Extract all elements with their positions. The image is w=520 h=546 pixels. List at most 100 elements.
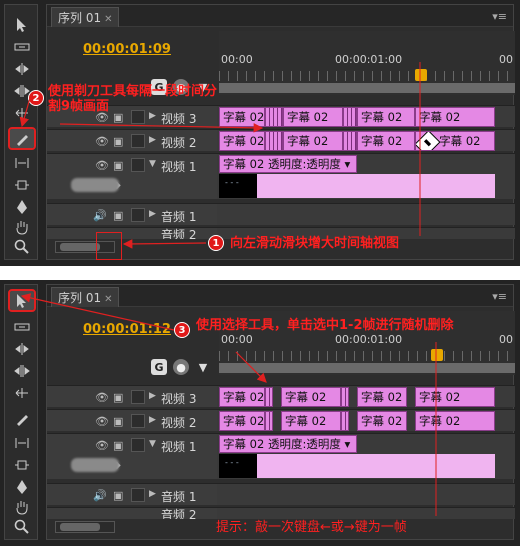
ripple-edit-icon[interactable] [10,339,34,358]
hand-icon[interactable] [10,217,34,236]
clip[interactable]: 字幕 02 [357,107,415,127]
collapse-icon[interactable]: ▼ [149,439,156,449]
speaker-icon[interactable]: 🔊 [93,209,107,222]
zoom-icon[interactable] [10,517,34,536]
track-select-icon[interactable] [10,317,34,336]
track-lane[interactable] [219,484,515,505]
eye-icon[interactable]: 👁 [95,135,109,148]
pen-icon[interactable] [10,477,34,496]
ripple-edit-icon[interactable] [10,59,34,78]
annotation-text-3: 使用选择工具，单击选中1-2帧进行随机删除 [196,318,454,333]
clip[interactable]: 字幕 02 [357,411,407,431]
clip-slices[interactable] [265,131,283,151]
timecode-display[interactable]: 00:00:01:12 [83,322,171,337]
track-lane[interactable]: 字幕 02 字幕 02 字幕 02 字幕 02 [219,410,515,431]
clip[interactable]: 字幕 02 [357,387,407,407]
playhead-icon[interactable] [415,69,427,81]
marker-icon[interactable]: ● [173,359,189,375]
clip-slices[interactable] [265,387,273,407]
lock-toggle[interactable] [131,488,145,502]
marker-flag-icon[interactable]: ▼ [195,359,211,375]
track-lane[interactable]: 字幕 02 透明度:透明度 ▾ [219,434,515,479]
clip[interactable]: 字幕 02 [357,131,415,151]
clip[interactable]: 字幕 02 [219,411,265,431]
lock-toggle[interactable] [131,208,145,222]
panel-menu-icon[interactable]: ▾≡ [492,10,507,23]
zoom-scroll-thumb[interactable] [60,243,100,251]
clip[interactable]: 字幕 02 [415,387,495,407]
track-lane[interactable]: 字幕 02 字幕 02 字幕 02 字幕 02 [219,106,515,127]
clip[interactable]: 字幕 02 [219,131,265,151]
selection-arrow-icon[interactable] [10,15,34,34]
work-area-bar[interactable] [219,363,515,373]
panel-menu-icon[interactable]: ▾≡ [492,290,507,303]
time-ruler[interactable]: 00:00 00:00:01:00 00 [219,31,515,95]
clip-slices[interactable] [343,131,357,151]
lock-toggle[interactable] [131,390,145,404]
clip-v1-body[interactable] [219,174,495,198]
clip[interactable]: 字幕 02 [283,107,343,127]
collapse-icon[interactable]: ▼ [149,159,156,169]
selection-arrow-icon[interactable] [8,289,36,312]
eye-icon[interactable]: 👁 [95,415,109,428]
clip[interactable]: 字幕 02 [415,107,495,127]
lock-toggle[interactable] [131,438,145,452]
zoom-icon[interactable] [10,237,34,256]
slide-icon[interactable] [10,455,34,474]
track-name: 音频 1 [161,490,197,504]
track-name: 视频 3 [161,392,197,406]
clip-slices[interactable] [265,107,283,127]
zoom-scroll-thumb[interactable] [60,523,100,531]
clip[interactable]: 字幕 02 [281,411,341,431]
speaker-icon[interactable]: 🔊 [93,489,107,502]
expand-icon[interactable]: ▶ [149,135,156,145]
eye-icon[interactable]: 👁 [95,159,109,172]
clip-v1[interactable]: 字幕 02 透明度:透明度 ▾ [219,155,357,173]
razor-icon[interactable] [10,409,34,428]
rate-stretch-icon[interactable] [10,103,34,122]
clip-slices[interactable] [341,411,349,431]
lock-toggle[interactable] [131,414,145,428]
eye-icon[interactable]: 👁 [95,391,109,404]
slip-icon[interactable] [10,153,34,172]
rate-stretch-icon[interactable] [10,383,34,402]
track-lane[interactable]: 字幕 02 字幕 02 字幕 02 ▬ 字幕 02 [219,130,515,151]
eye-icon[interactable]: 👁 [95,439,109,452]
clip[interactable]: 字幕 02 [281,387,341,407]
tab-sequence[interactable]: 序列 01 ✕ [51,7,120,27]
slide-icon[interactable] [10,175,34,194]
snap-icon[interactable]: G [151,359,167,375]
clip-v1-body[interactable] [219,454,495,478]
hand-icon[interactable] [10,497,34,516]
lock-toggle[interactable] [131,158,145,172]
playhead-icon[interactable] [431,349,443,361]
clip-razor-target[interactable]: ▬ 字幕 02 [415,131,495,151]
zoom-scroll-slider[interactable] [55,521,115,533]
work-area-bar[interactable] [219,83,515,93]
clip-slices[interactable] [341,387,349,407]
track-lane[interactable] [219,204,515,225]
close-icon[interactable]: ✕ [104,294,112,305]
track-select-icon[interactable] [10,37,34,56]
expand-icon[interactable]: ▶ [149,415,156,425]
rolling-edit-icon[interactable] [10,361,34,380]
tab-sequence[interactable]: 序列 01 ✕ [51,287,120,307]
clip[interactable]: 字幕 02 [415,411,495,431]
clip-v1[interactable]: 字幕 02 透明度:透明度 ▾ [219,435,357,453]
clip-slices[interactable] [343,107,357,127]
timecode-display[interactable]: 00:00:01:09 [83,42,171,57]
track-lane[interactable]: 字幕 02 字幕 02 字幕 02 字幕 02 [219,386,515,407]
lock-toggle[interactable] [131,134,145,148]
pen-icon[interactable] [10,197,34,216]
expand-icon[interactable]: ▶ [149,391,156,401]
slip-icon[interactable] [10,433,34,452]
expand-icon[interactable]: ▶ [149,489,156,499]
razor-icon[interactable] [8,127,36,150]
clip[interactable]: 字幕 02 [219,387,265,407]
track-lane[interactable]: 字幕 02 透明度:透明度 ▾ [219,154,515,199]
clip-slices[interactable] [265,411,273,431]
clip[interactable]: 字幕 02 [283,131,343,151]
close-icon[interactable]: ✕ [104,14,112,25]
razor-icon: ▬ [416,132,441,150]
expand-icon[interactable]: ▶ [149,209,156,219]
